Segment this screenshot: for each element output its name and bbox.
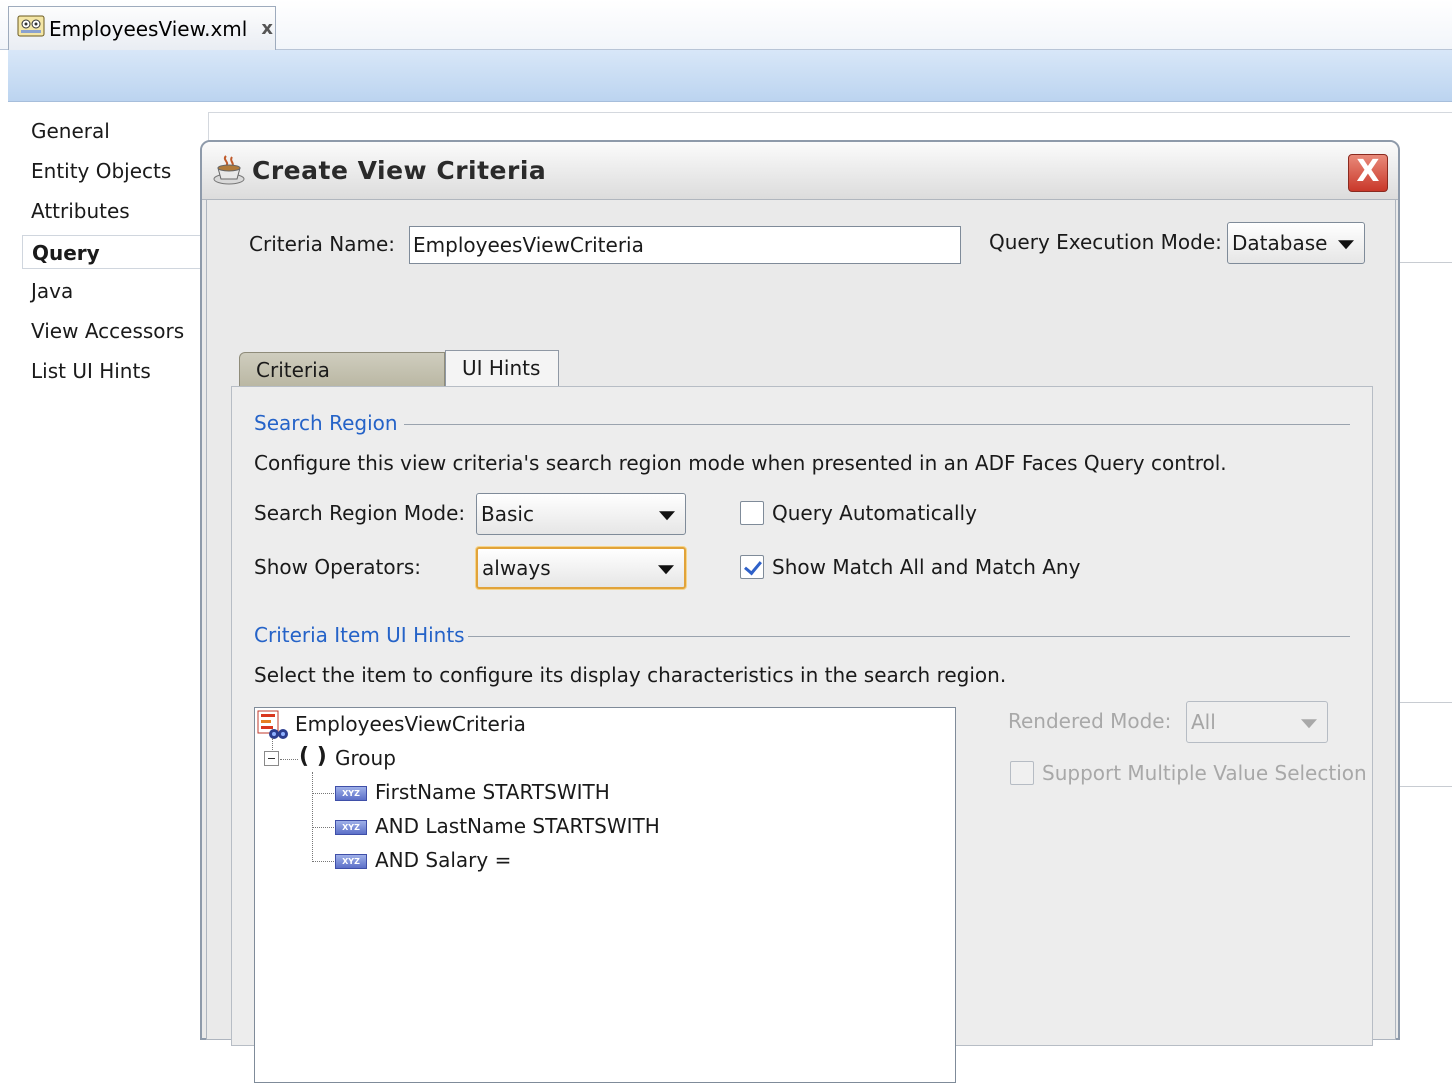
tree-node-firstname[interactable]: FirstName STARTSWITH xyxy=(375,780,610,804)
criteria-item-description: Select the item to configure its display… xyxy=(254,663,1007,687)
editor-header-banner xyxy=(8,50,1452,102)
rendered-mode-label: Rendered Mode: xyxy=(1008,709,1172,733)
tree-connector xyxy=(312,793,334,794)
nav-item-java[interactable]: Java xyxy=(22,274,202,308)
view-criteria-item-icon: XYZ xyxy=(335,786,367,801)
editor-tab-title: EmployeesView.xml xyxy=(49,16,248,41)
query-execution-mode-value: Database xyxy=(1232,231,1328,255)
dialog-title-bar[interactable]: Create View Criteria X xyxy=(202,142,1398,200)
section-divider xyxy=(468,636,1350,637)
close-tab-icon[interactable]: x xyxy=(261,18,273,39)
show-operators-value: always xyxy=(482,556,551,580)
overview-nav: General Entity Objects Attributes Query … xyxy=(8,102,202,1032)
tab-ui-hints[interactable]: UI Hints xyxy=(445,350,559,388)
nav-item-query[interactable]: Query xyxy=(22,235,202,269)
chevron-down-icon xyxy=(658,565,674,575)
tab-criteria-definition[interactable]: Criteria Definition xyxy=(239,352,445,416)
tree-connector xyxy=(312,827,334,828)
criteria-item-ui-hints-heading: Criteria Item UI Hints xyxy=(254,623,465,647)
support-multiple-value-checkbox[interactable] xyxy=(1010,761,1034,785)
view-criteria-icon xyxy=(257,710,289,745)
show-operators-select[interactable]: always xyxy=(476,547,686,589)
support-multiple-value-label: Support Multiple Value Selection xyxy=(1042,761,1367,785)
collapse-icon[interactable] xyxy=(264,751,279,766)
criteria-tree[interactable]: EmployeesViewCriteria ( ) Group XYZ Firs… xyxy=(254,707,956,1083)
tree-node-salary[interactable]: AND Salary = xyxy=(375,848,511,872)
tree-node-lastname[interactable]: AND LastName STARTSWITH xyxy=(375,814,660,838)
query-automatically-checkbox[interactable] xyxy=(740,501,764,525)
search-region-mode-select[interactable]: Basic xyxy=(476,493,686,535)
editor-tab-employeesview[interactable]: EmployeesView.xml x xyxy=(8,6,276,50)
tree-connector xyxy=(280,759,298,760)
divider xyxy=(1398,262,1452,263)
query-execution-mode-label: Query Execution Mode: xyxy=(989,230,1222,254)
criteria-name-input[interactable]: EmployeesViewCriteria xyxy=(409,226,961,264)
create-view-criteria-dialog: Create View Criteria X Criteria Name: Em… xyxy=(200,140,1400,1083)
view-criteria-item-icon: XYZ xyxy=(335,854,367,869)
search-region-mode-label: Search Region Mode: xyxy=(254,501,466,525)
divider xyxy=(1398,702,1452,703)
rendered-mode-value: All xyxy=(1191,710,1216,734)
nav-item-entity-objects[interactable]: Entity Objects xyxy=(22,154,202,188)
tree-connector xyxy=(312,772,313,862)
tree-node-root[interactable]: EmployeesViewCriteria xyxy=(295,712,526,736)
chevron-down-icon xyxy=(1301,719,1317,729)
chevron-down-icon xyxy=(1338,240,1354,250)
show-match-all-any-label: Show Match All and Match Any xyxy=(772,555,1081,579)
rendered-mode-select[interactable]: All xyxy=(1186,701,1328,743)
nav-item-list-ui-hints[interactable]: List UI Hints xyxy=(22,354,202,388)
xml-file-icon xyxy=(17,14,45,43)
search-region-heading: Search Region xyxy=(254,411,398,435)
nav-item-attributes[interactable]: Attributes xyxy=(22,194,202,228)
query-execution-mode-select[interactable]: Database xyxy=(1227,222,1365,264)
nav-item-view-accessors[interactable]: View Accessors xyxy=(22,314,202,348)
section-divider xyxy=(404,424,1350,425)
chevron-down-icon xyxy=(659,511,675,521)
editor-tab-strip: EmployeesView.xml x xyxy=(0,0,1452,50)
criteria-name-label: Criteria Name: xyxy=(249,232,396,256)
show-operators-label: Show Operators: xyxy=(254,555,422,579)
divider xyxy=(1398,786,1452,787)
show-match-all-any-checkbox[interactable] xyxy=(740,555,764,579)
search-region-mode-value: Basic xyxy=(481,502,534,526)
query-automatically-label: Query Automatically xyxy=(772,501,977,525)
dialog-title: Create View Criteria xyxy=(252,156,547,185)
tree-connector xyxy=(312,861,334,862)
close-button[interactable]: X xyxy=(1348,154,1388,192)
ui-hints-panel: Search Region Configure this view criter… xyxy=(231,386,1373,1083)
nav-item-general[interactable]: General xyxy=(22,114,202,148)
dialog-body: Criteria Name: EmployeesViewCriteria Que… xyxy=(206,200,1396,1083)
search-region-description: Configure this view criteria's search re… xyxy=(254,451,1227,475)
tree-node-group[interactable]: Group xyxy=(335,746,396,770)
view-criteria-item-icon: XYZ xyxy=(335,820,367,835)
coffee-cup-icon xyxy=(212,154,246,191)
group-icon: ( ) xyxy=(299,744,327,769)
